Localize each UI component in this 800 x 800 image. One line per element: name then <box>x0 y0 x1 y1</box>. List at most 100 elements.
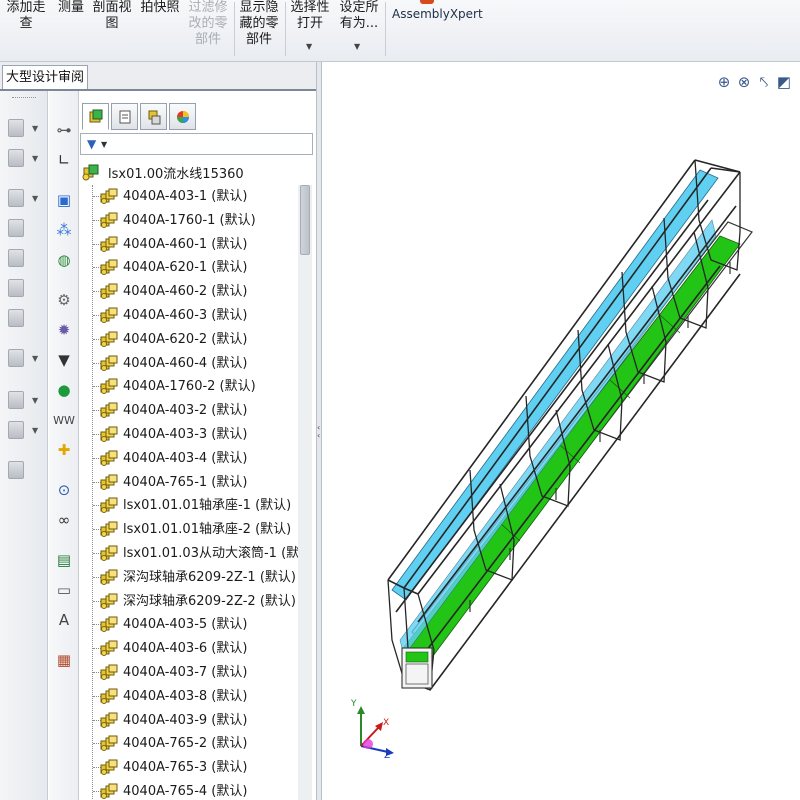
tree-item[interactable]: lsx01.01.01轴承座-2 (默认) <box>80 518 316 542</box>
display-manager-icon[interactable] <box>169 103 196 130</box>
assembly-features-icon[interactable] <box>8 279 24 297</box>
binoculars-icon[interactable]: ∞ <box>53 509 75 531</box>
tree-item-label: 4040A-620-1 (默认) <box>123 260 248 276</box>
tree-item[interactable]: lsx01.01.01轴承座-1 (默认) <box>80 494 316 518</box>
gear-icon[interactable]: ⚙ <box>53 289 75 311</box>
explode-view-icon[interactable] <box>8 421 24 439</box>
take-snapshot-button[interactable]: 拍快照 <box>138 0 182 16</box>
tree-item[interactable]: 4040A-403-7 (默认) <box>80 661 316 685</box>
tree-item[interactable]: 4040A-1760-2 (默认) <box>80 375 316 399</box>
tree-item[interactable]: lsx01.01.03从动大滚筒-1 (默认 <box>80 542 316 566</box>
section-view-button[interactable]: 剖面视 图 <box>90 0 134 32</box>
tree-item[interactable]: 4040A-620-2 (默认) <box>80 328 316 352</box>
magnifier-icon[interactable]: ⊙ <box>53 479 75 501</box>
feature-tree-panel: ▼ ▼ lsx01.00流水线15360 4040A-403-1 (默认) 404… <box>80 91 316 800</box>
tab-large-design-review[interactable]: 大型设计审阅 <box>2 65 88 90</box>
hide-component-icon[interactable] <box>8 249 24 267</box>
tree-item[interactable]: 4040A-403-8 (默认) <box>80 685 316 709</box>
tree-item[interactable]: 4040A-403-5 (默认) <box>80 613 316 637</box>
tree-filter-bar[interactable]: ▼ ▼ <box>80 133 313 155</box>
tree-item[interactable]: 4040A-403-9 (默认) <box>80 709 316 733</box>
graphics-viewport[interactable]: ⊕ ⊗ ⤣ ◩ Y X Z <box>322 62 800 800</box>
scrollbar-thumb[interactable] <box>300 185 310 255</box>
funnel-icon[interactable]: ▼ <box>53 349 75 371</box>
dimension-icon[interactable]: ∟ <box>53 149 75 171</box>
set-all-button[interactable]: 设定所 有为... <box>336 0 382 32</box>
tree-item[interactable]: 4040A-403-1 (默认) <box>80 185 316 209</box>
excel-icon[interactable]: ▤ <box>53 549 75 571</box>
tree-item[interactable]: 深沟球轴承6209-2Z-1 (默认) <box>80 566 316 590</box>
tree-item[interactable]: 4040A-403-6 (默认) <box>80 637 316 661</box>
chevron-down-icon[interactable]: ▼ <box>32 396 38 405</box>
tree-item[interactable]: 4040A-403-2 (默认) <box>80 399 316 423</box>
tree-item[interactable]: 4040A-460-4 (默认) <box>80 352 316 376</box>
network-icon[interactable]: ⁂ <box>53 219 75 241</box>
cog-purple-icon[interactable]: ✹ <box>53 319 75 341</box>
tree-item[interactable]: 4040A-765-2 (默认) <box>80 732 316 756</box>
part-icon <box>100 355 118 372</box>
location-pin-icon[interactable]: ● <box>53 379 75 401</box>
tree-item[interactable]: 4040A-460-2 (默认) <box>80 280 316 304</box>
part-icon <box>100 783 118 800</box>
printer-icon[interactable]: ▭ <box>53 579 75 601</box>
magnet-icon[interactable]: ⊶ <box>53 119 75 141</box>
guard-panel <box>391 169 719 601</box>
bom-icon[interactable] <box>8 461 24 479</box>
insert-component-icon[interactable] <box>8 149 24 167</box>
chevron-down-icon[interactable]: ▼ <box>32 426 38 435</box>
tree-item[interactable]: 4040A-765-3 (默认) <box>80 756 316 780</box>
tree-item-label: 深沟球轴承6209-2Z-2 (默认) <box>123 593 296 609</box>
tree-item[interactable]: 4040A-765-1 (默认) <box>80 471 316 495</box>
tree-item[interactable]: 深沟球轴承6209-2Z-2 (默认) <box>80 590 316 614</box>
spring-icon[interactable]: WW <box>53 409 75 431</box>
chevron-down-icon[interactable]: ▼ <box>101 140 107 149</box>
property-manager-icon[interactable] <box>111 103 138 130</box>
reference-geometry-icon[interactable] <box>8 309 24 327</box>
assemblyxpert-icon <box>420 0 434 4</box>
chevron-down-icon[interactable]: ▼ <box>32 124 38 133</box>
part-icon <box>100 402 118 419</box>
tree-item[interactable]: 4040A-765-4 (默认) <box>80 780 316 800</box>
conveyor-model[interactable]: Y X Z <box>322 62 800 800</box>
tree-item[interactable]: 4040A-460-3 (默认) <box>80 304 316 328</box>
globe-icon[interactable]: ◍ <box>53 249 75 271</box>
text-annotation-icon[interactable]: A <box>53 609 75 631</box>
tree-root-label: lsx01.00流水线15360 <box>108 166 244 182</box>
add-walkthrough-button[interactable]: 添加走 查 <box>4 0 48 32</box>
tree-item[interactable]: 4040A-460-1 (默认) <box>80 233 316 257</box>
chevron-down-icon[interactable]: ▼ <box>354 42 360 51</box>
tree-item-label: 4040A-403-6 (默认) <box>123 641 248 657</box>
linear-pattern-icon[interactable] <box>8 349 24 367</box>
show-hidden-components-button[interactable]: 显示隐 藏的零 部件 <box>237 0 281 48</box>
measure-button[interactable]: 测量 <box>54 0 88 16</box>
move-component-icon[interactable] <box>8 219 24 237</box>
tree-root-assembly[interactable]: lsx01.00流水线15360 <box>82 161 244 183</box>
tree-item[interactable]: 4040A-403-3 (默认) <box>80 423 316 447</box>
triad-x-label: X <box>383 718 389 728</box>
chevron-down-icon[interactable]: ▼ <box>306 42 312 51</box>
feature-tree-icon[interactable] <box>82 103 109 130</box>
mate-icon[interactable] <box>8 189 24 207</box>
tree-item[interactable]: 4040A-1760-1 (默认) <box>80 209 316 233</box>
tree-item-label: lsx01.01.03从动大滚筒-1 (默认 <box>123 546 313 561</box>
collapse-arrow-icon[interactable]: ‹ ‹ <box>317 424 321 440</box>
filter-modified-components-button[interactable]: 过滤修 改的零 部件 <box>186 0 230 48</box>
chevron-down-icon[interactable]: ▼ <box>32 154 38 163</box>
tree-item-label: 4040A-403-5 (默认) <box>123 617 248 633</box>
component-icon[interactable] <box>8 119 24 137</box>
configuration-manager-icon[interactable] <box>140 103 167 130</box>
monitor-icon[interactable]: ▣ <box>53 189 75 211</box>
selective-open-button[interactable]: 选择性 打开 <box>288 0 332 32</box>
puzzle-icon[interactable]: ✚ <box>53 439 75 461</box>
tree-scrollbar[interactable] <box>298 185 312 800</box>
triad-z-label: Z <box>384 751 390 761</box>
chevron-down-icon[interactable]: ▼ <box>32 194 38 203</box>
toolbar-grip[interactable] <box>12 97 36 100</box>
tree-item[interactable]: 4040A-403-4 (默认) <box>80 447 316 471</box>
smart-fasteners-icon[interactable] <box>8 391 24 409</box>
chevron-down-icon[interactable]: ▼ <box>32 354 38 363</box>
report-icon[interactable]: ▦ <box>53 649 75 671</box>
assemblyxpert-button[interactable]: AssemblyXpert <box>392 6 492 22</box>
tree-item[interactable]: 4040A-620-1 (默认) <box>80 256 316 280</box>
filter-icon[interactable]: ▼ <box>87 137 96 151</box>
